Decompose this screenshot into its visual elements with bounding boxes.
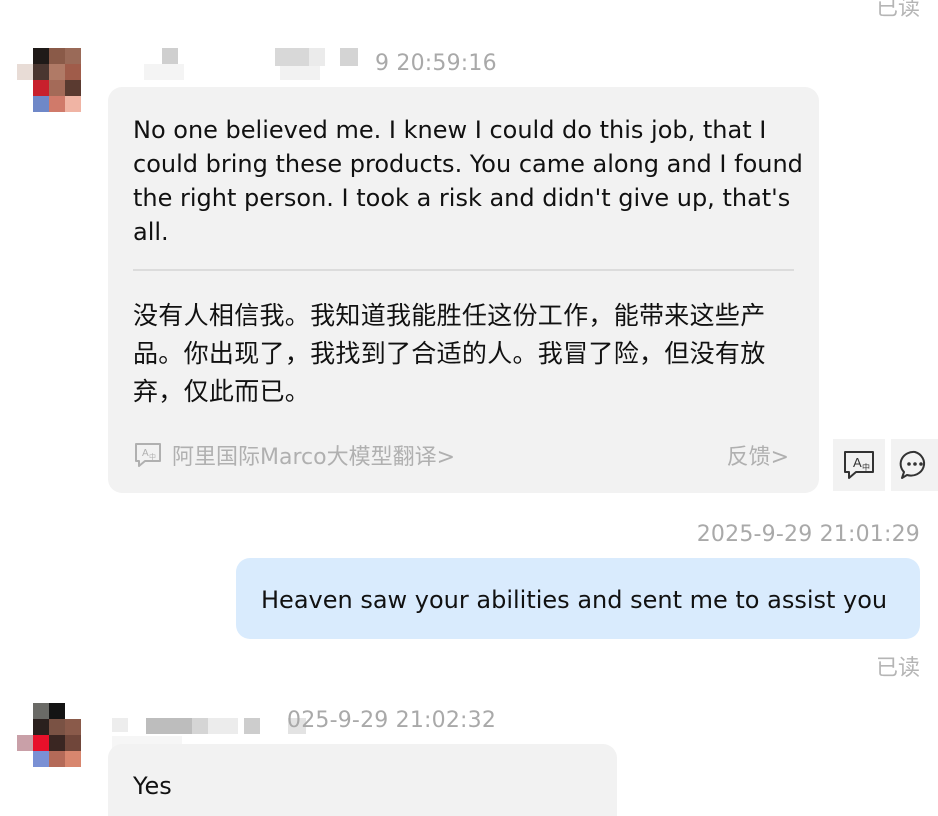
outgoing-message-bubble[interactable]: Heaven saw your abilities and sent me to… bbox=[236, 558, 920, 639]
svg-text:A: A bbox=[853, 455, 862, 470]
feedback-link[interactable]: 反馈> bbox=[727, 439, 789, 471]
svg-text:中: 中 bbox=[149, 452, 156, 461]
translate-badge-icon: A 中 bbox=[135, 443, 161, 467]
message-text: No one believed me. I knew I could do th… bbox=[133, 116, 803, 246]
message-timestamp: 2025-9-29 21:01:29 bbox=[696, 522, 920, 547]
svg-text:A: A bbox=[142, 448, 149, 459]
message-text: Yes bbox=[133, 772, 172, 800]
translation-footer: A 中 阿里国际Marco大模型翻译> 反馈> bbox=[134, 439, 789, 471]
translate-button[interactable]: A 中 bbox=[833, 439, 885, 491]
message-timestamp: 025-9-29 21:02:32 bbox=[287, 708, 497, 733]
reply-button[interactable] bbox=[891, 439, 938, 491]
svg-text:中: 中 bbox=[862, 462, 870, 472]
translation-text: 没有人相信我。我知道我能胜任这份工作，能带来这些产品。你出现了，我找到了合适的人… bbox=[133, 301, 766, 406]
sender-name-redacted bbox=[112, 716, 312, 750]
translation-provider-label: 阿里国际Marco大模型翻译> bbox=[172, 445, 456, 470]
translation-provider-link[interactable]: A 中 阿里国际Marco大模型翻译> bbox=[134, 439, 455, 471]
avatar[interactable] bbox=[17, 703, 81, 767]
incoming-message-bubble[interactable]: No one believed me. I knew I could do th… bbox=[108, 87, 819, 493]
translation-divider bbox=[133, 269, 794, 271]
sender-name-redacted bbox=[120, 48, 380, 80]
read-status: 已读 bbox=[875, 656, 920, 681]
message-timestamp: 9 20:59:16 bbox=[375, 51, 497, 76]
incoming-message-bubble[interactable]: Yes bbox=[108, 744, 617, 816]
chat-bubble-icon bbox=[899, 450, 925, 479]
chat-view: 已读 9 20:59:16 No one believed me. I knew… bbox=[0, 0, 938, 816]
message-text: Heaven saw your abilities and sent me to… bbox=[261, 586, 888, 614]
avatar[interactable] bbox=[17, 48, 81, 112]
translate-icon: A 中 bbox=[844, 451, 874, 479]
read-status-top: 已读 bbox=[875, 0, 920, 21]
